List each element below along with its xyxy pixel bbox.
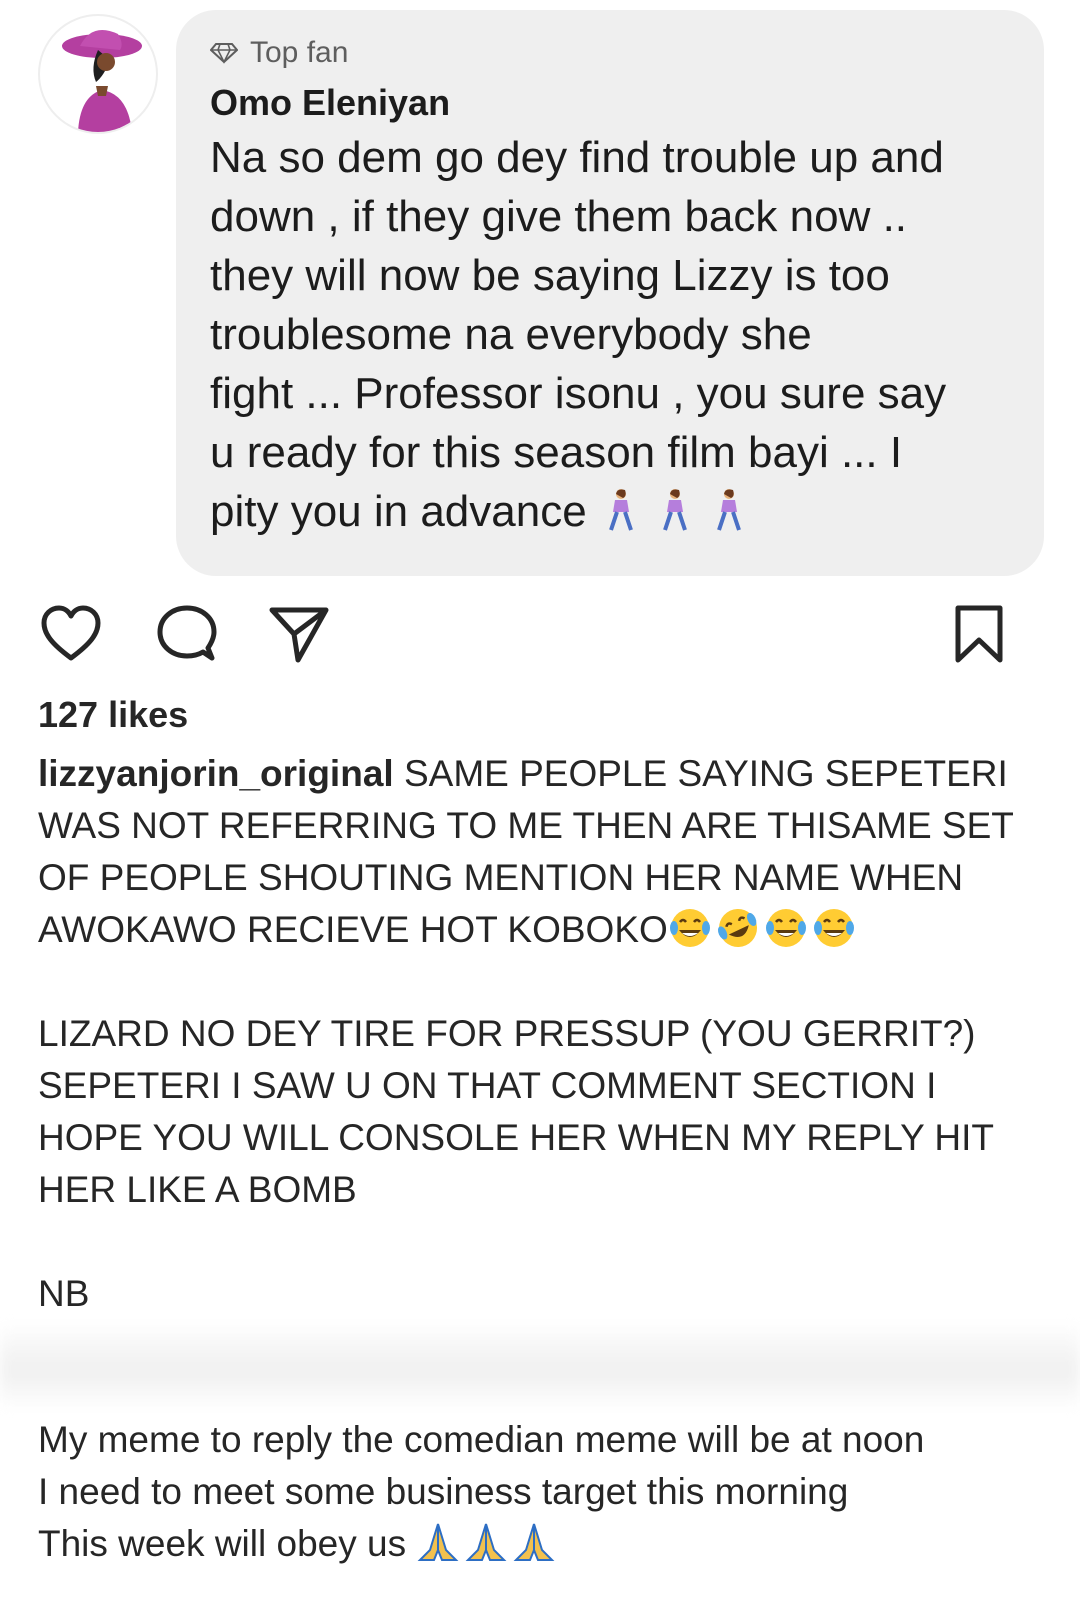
woman-with-pink-hat-avatar-icon	[62, 30, 142, 132]
folded-hands-icon	[465, 1523, 507, 1561]
caption-line: SEPETERI I SAW U ON THAT COMMENT SECTION…	[38, 1065, 937, 1106]
post-caption-tail: My meme to reply the comedian meme will …	[38, 1414, 1048, 1570]
comment-line-last: pity you in advance	[210, 482, 1010, 541]
caption-line: OF PEOPLE SHOUTING MENTION HER NAME WHEN	[38, 857, 964, 898]
likes-count[interactable]: 127 likes	[38, 694, 188, 736]
comment-author[interactable]: Omo Eleniyan	[210, 82, 450, 124]
caption-line-text: AWOKAWO RECIEVE HOT KOBOKO	[38, 909, 668, 950]
caption-line: My meme to reply the comedian meme will …	[38, 1419, 925, 1460]
top-fan-badge: Top fan	[210, 36, 348, 70]
caption-nb: NB	[38, 1273, 90, 1314]
comment-bubble: Top fan Omo Eleniyan Na so dem go dey fi…	[176, 10, 1044, 576]
face-with-tears-of-joy-icon	[765, 909, 806, 947]
folded-hands-emojis	[416, 1520, 556, 1564]
caption-username[interactable]: lizzyanjorin_original	[38, 753, 394, 794]
bookmark-icon	[955, 605, 1003, 663]
caption-first-line-text: SAME PEOPLE SAYING SEPETERI	[393, 753, 1008, 794]
caption-line: HER LIKE A BOMB	[38, 1169, 357, 1210]
caption-line: LIZARD NO DEY TIRE FOR PRESSUP (YOU GERR…	[38, 1013, 976, 1054]
post-caption: lizzyanjorin_original SAME PEOPLE SAYING…	[38, 748, 1048, 1320]
woman-walking-icon	[608, 489, 633, 531]
like-button[interactable]	[40, 604, 101, 664]
caption-line-with-emoji: AWOKAWO RECIEVE HOT KOBOKO	[38, 904, 1048, 956]
comment-line-text: pity you in advance	[210, 487, 587, 536]
comment-line: u ready for this season film bayi ... I	[210, 428, 903, 477]
badge-label: Top fan	[250, 36, 349, 69]
woman-walking-icon	[662, 489, 687, 531]
caption-first-line: lizzyanjorin_original SAME PEOPLE SAYING…	[38, 748, 1048, 800]
paper-plane-icon	[269, 607, 329, 663]
heart-icon	[41, 605, 101, 661]
save-button[interactable]	[954, 604, 1014, 664]
caption-line: HOPE YOU WILL CONSOLE HER WHEN MY REPLY …	[38, 1117, 995, 1158]
comment-bubble-icon	[157, 605, 217, 661]
blurred-caption-region	[0, 1322, 1080, 1410]
share-button[interactable]	[268, 604, 329, 664]
comment-line: down , if they give them back now ..	[210, 192, 908, 241]
comment-body: Na so dem go dey find trouble up and dow…	[210, 128, 1010, 541]
laugh-emojis	[668, 906, 856, 950]
caption-line: WAS NOT REFERRING TO ME THEN ARE THISAME…	[38, 805, 1014, 846]
face-with-tears-of-joy-icon	[669, 909, 710, 947]
post-action-bar	[40, 604, 1040, 664]
comment-line: Na so dem go dey find trouble up and	[210, 133, 944, 182]
caption-line: I need to meet some business target this…	[38, 1471, 849, 1512]
caption-line-text: This week will obey us	[38, 1523, 407, 1564]
top-fan-comment: Top fan Omo Eleniyan Na so dem go dey fi…	[0, 0, 1080, 590]
comment-line: fight ... Professor isonu , you sure say	[210, 369, 947, 418]
caption-last-line: This week will obey us	[38, 1518, 1048, 1570]
rolling-on-floor-laughing-icon	[717, 909, 757, 947]
comment-line: they will now be saying Lizzy is too	[210, 251, 890, 300]
folded-hands-icon	[417, 1523, 459, 1561]
folded-hands-icon	[513, 1523, 555, 1561]
face-with-tears-of-joy-icon	[813, 909, 854, 947]
comment-line: troublesome na everybody she	[210, 310, 812, 359]
diamond-icon	[210, 43, 238, 64]
comment-button[interactable]	[156, 604, 217, 664]
woman-walking-emojis	[603, 488, 747, 532]
commenter-avatar[interactable]	[38, 14, 158, 134]
woman-walking-icon	[716, 489, 741, 531]
